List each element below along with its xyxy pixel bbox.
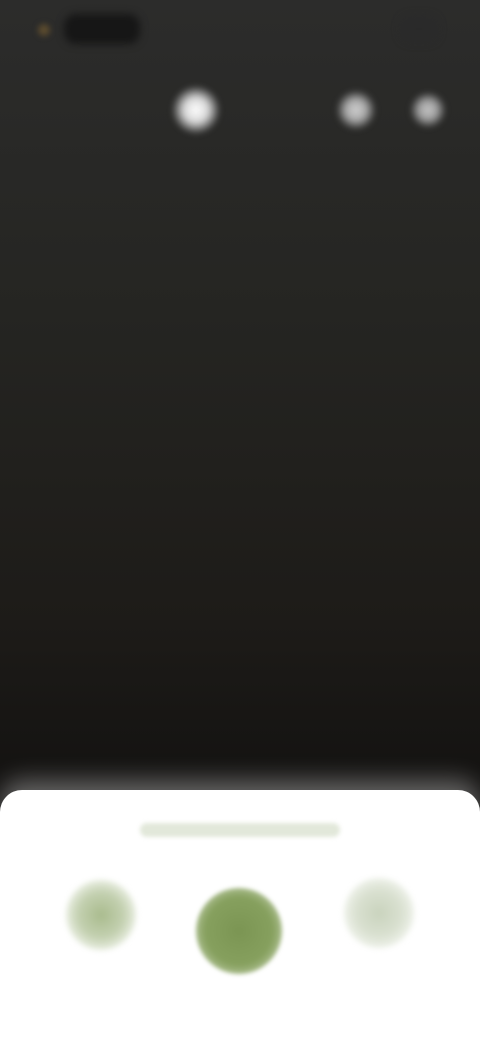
mode-label-text [140, 823, 340, 837]
status-icons [402, 18, 436, 40]
switch-camera-button[interactable] [344, 878, 414, 948]
gallery-thumbnail[interactable] [66, 880, 136, 950]
status-bar [0, 0, 480, 60]
top-controls [0, 78, 480, 142]
mode-label[interactable] [140, 818, 340, 848]
bottom-control-panel [0, 790, 480, 1040]
flash-icon[interactable] [172, 86, 220, 134]
status-pill [64, 14, 140, 44]
timer-icon[interactable] [336, 90, 376, 130]
camera-screen [0, 0, 480, 1040]
camera-viewfinder[interactable] [0, 150, 480, 780]
settings-icon[interactable] [410, 92, 446, 128]
status-indicator-dot [38, 24, 50, 36]
shutter-button[interactable] [196, 888, 282, 974]
